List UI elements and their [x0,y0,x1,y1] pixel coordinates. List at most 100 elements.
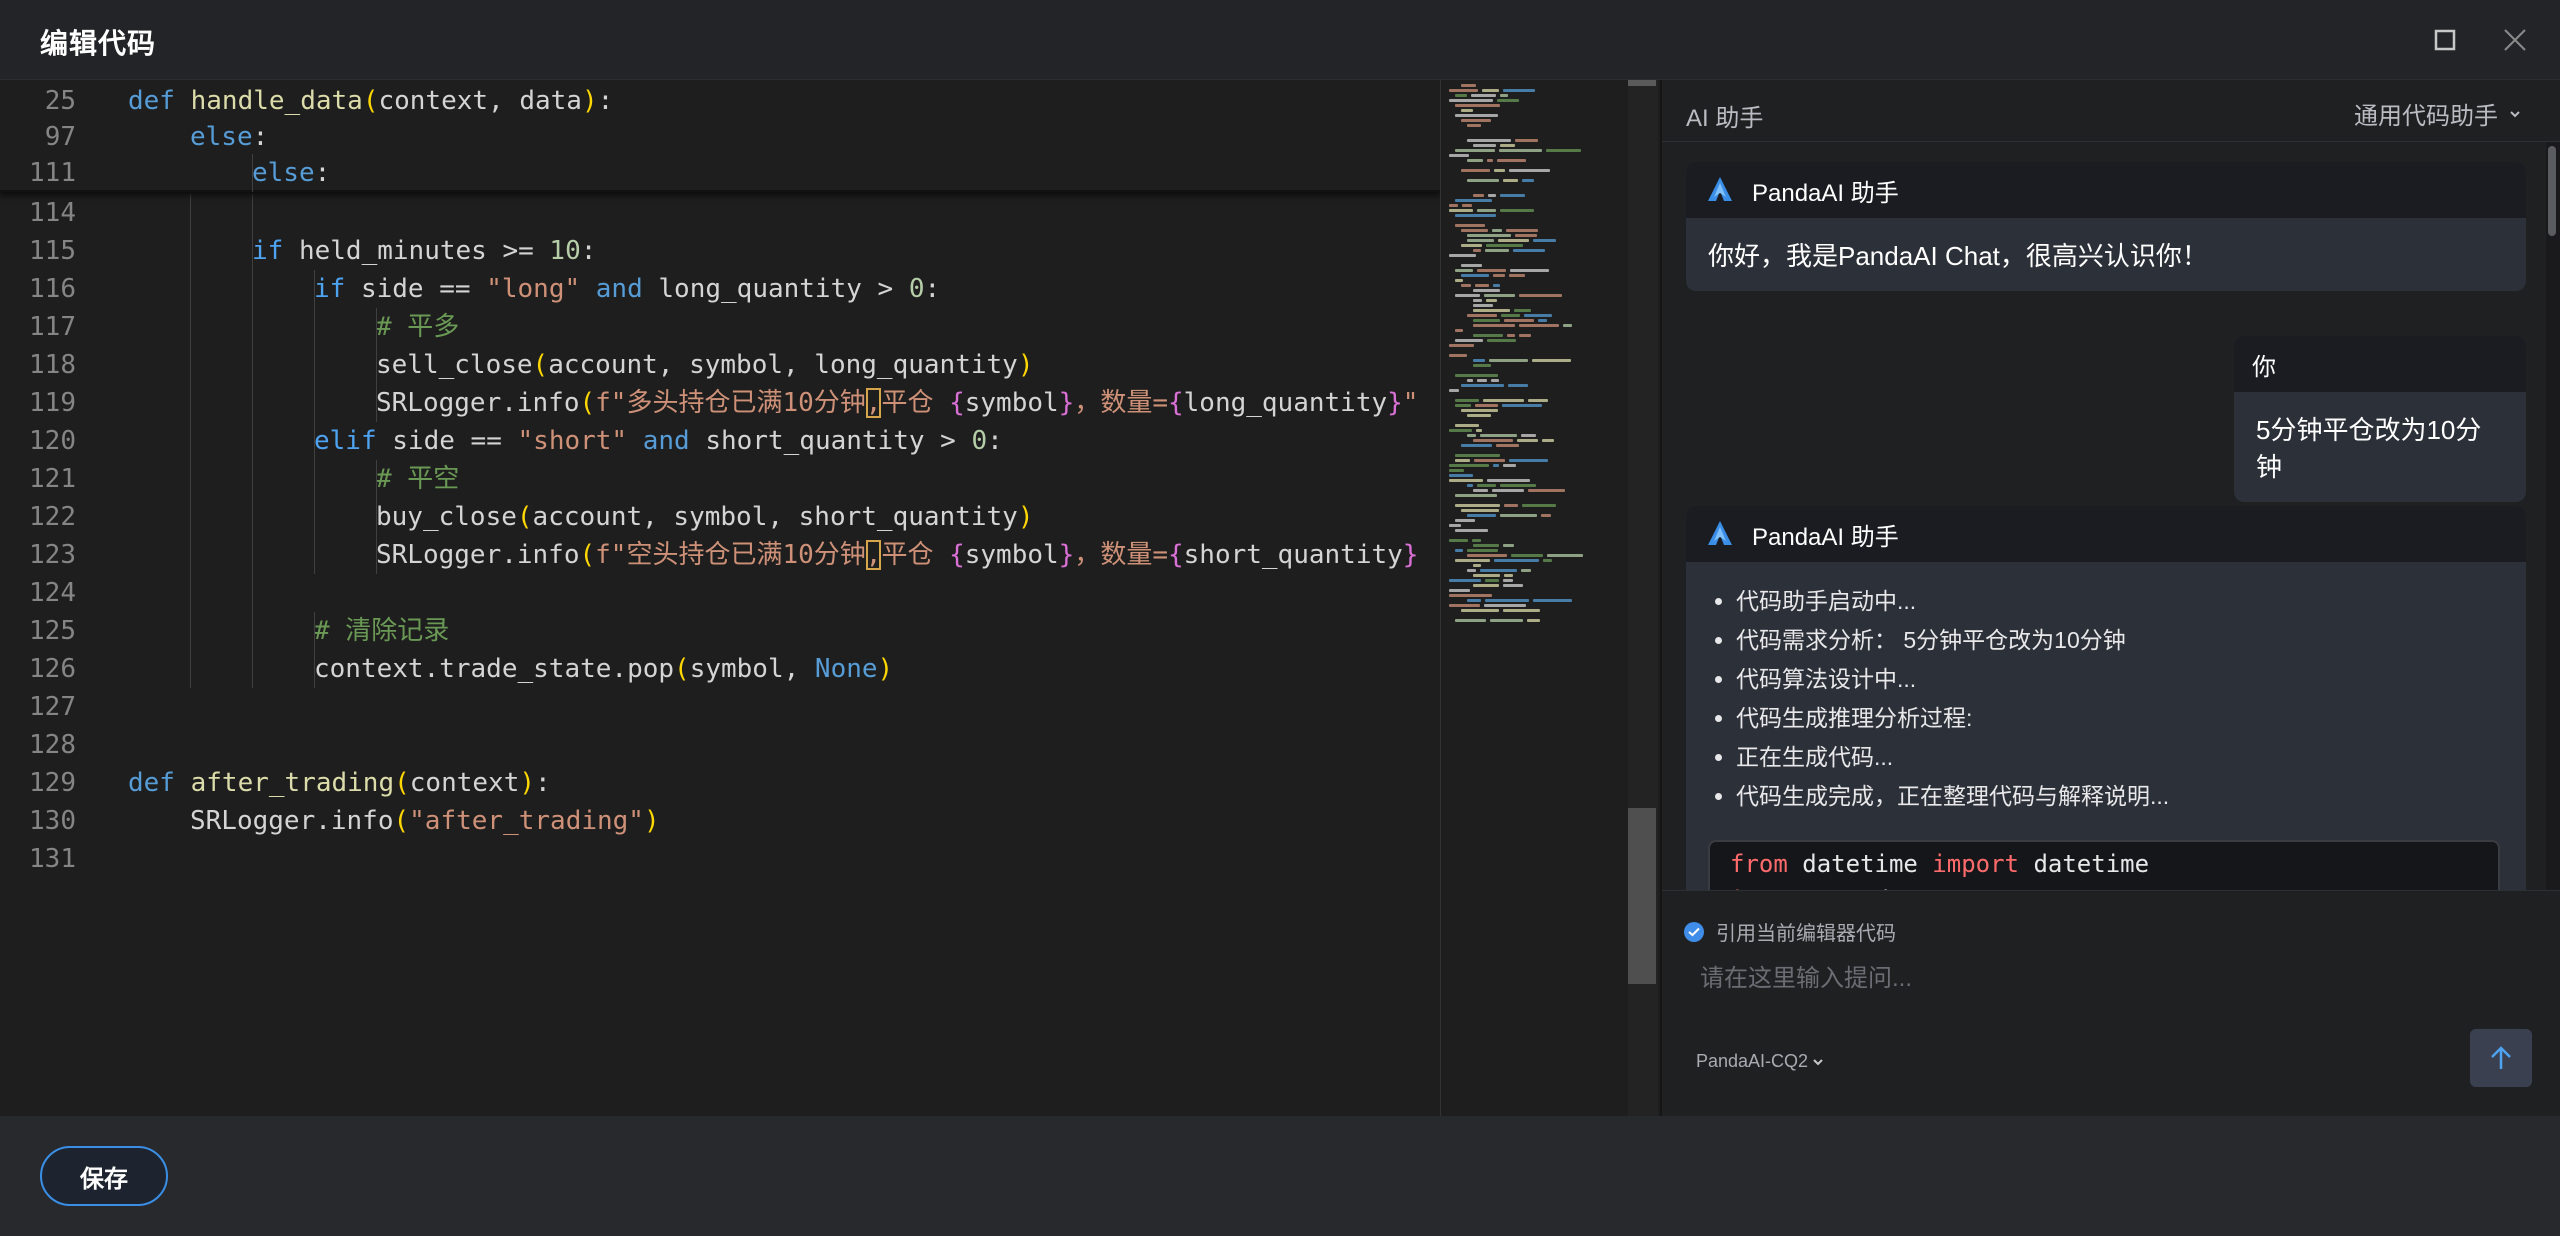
minimap-line [1541,514,1551,517]
indent-guide [376,536,377,574]
code-line[interactable]: 125 # 清除记录 [0,612,1440,650]
code-line[interactable]: 115 if held_minutes >= 10: [0,232,1440,270]
minimap-line [1485,579,1499,582]
minimap-line [1500,209,1534,212]
reference-editor-toggle[interactable]: 引用当前编辑器代码 [1684,917,1896,946]
code-line[interactable]: 124 [0,574,1440,612]
indent-guide [376,498,377,536]
bot-name: PandaAI 助手 [1752,523,1899,551]
code-line[interactable]: 25 def handle_data(context, data): [0,82,1440,120]
maximize-icon[interactable] [2427,22,2463,58]
minimap-line [1484,294,1515,297]
line-number: 117 [29,312,76,342]
minimap-line [1492,489,1524,492]
code-line[interactable]: 128 [0,726,1440,764]
chat-history[interactable]: PandaAI 助手 你好，我是PandaAI Chat，很高兴认识你！ 你 5… [1662,142,2546,970]
code-line[interactable]: 116 if side == "long" and long_quantity >… [0,270,1440,308]
close-icon[interactable] [2497,22,2533,58]
indent-guide [376,384,377,422]
prompt-input[interactable] [1700,957,2460,1001]
code-text: SRLogger.info(f"多头持仓已满10分钟,平仓 {symbol}，数… [376,388,1419,418]
minimap-line [1473,334,1503,337]
minimap-line [1473,544,1499,547]
minimap-line [1528,489,1565,492]
minimap-line [1508,384,1528,387]
chat-scrollbar-track[interactable] [2546,142,2560,970]
minimap-line [1455,399,1479,402]
line-number: 114 [29,198,76,228]
user-message: 你 5分钟平仓改为10分钟 [2234,336,2526,502]
code-line[interactable]: 131 [0,840,1440,878]
minimap-line [1455,504,1500,507]
message-header: PandaAI 助手 [1686,162,2526,218]
vertical-scrollbar-thumb[interactable] [1628,808,1656,984]
minimap-line [1449,209,1473,212]
minimap-line [1461,169,1490,172]
minimap-line [1455,269,1473,272]
code-line[interactable]: 121 # 平空 [0,460,1440,498]
line-number: 121 [29,464,76,494]
list-item: 代码需求分析： 5分钟平仓改为10分钟 [1736,621,2504,660]
minimap-line [1503,579,1513,582]
line-number: 115 [29,236,76,266]
minimap-line [1500,514,1537,517]
code-line[interactable]: 111 else: [0,154,1440,192]
code-line[interactable]: 129 def after_trading(context): [0,764,1440,802]
minimap-line [1461,274,1489,277]
minimap-line [1449,579,1481,582]
code-line[interactable]: 123 SRLogger.info(f"空头持仓已满10分钟,平仓 {symbol… [0,536,1440,574]
minimap-line [1461,444,1492,447]
code-editor[interactable]: 25 def handle_data(context, data): 97 else:… [0,80,1440,1116]
indent-guide [314,650,315,688]
minimap-line [1480,434,1517,437]
code-line[interactable]: 117 # 平多 [0,308,1440,346]
minimap-line [1482,89,1499,92]
indent-guide [314,384,315,422]
minimap-line [1517,439,1538,442]
minimap-line [1477,379,1487,382]
minimap-line [1476,429,1482,432]
minimap-line [1473,289,1500,292]
send-button[interactable] [2470,1029,2532,1087]
minimap-line [1473,574,1500,577]
minimap-line [1493,464,1499,467]
code-line[interactable]: 97 else: [0,118,1440,156]
code-line[interactable]: 119 SRLogger.info(f"多头持仓已满10分钟,平仓 {symbol… [0,384,1440,422]
code-line[interactable]: 114 [0,194,1440,232]
model-select[interactable]: PandaAI-CQ2 [1696,1051,1824,1072]
save-button[interactable]: 保存 [40,1146,168,1206]
minimap-line [1533,239,1556,242]
minimap-line [1455,199,1492,202]
line-number: 111 [29,158,76,188]
minimap-line [1467,484,1473,487]
code-line[interactable]: 120 elif side == "short" and short_quanti… [0,422,1440,460]
minimap-line [1473,489,1488,492]
minimap-line [1449,604,1480,607]
minimap-line [1503,89,1535,92]
chat-scrollbar-thumb[interactable] [2548,146,2556,236]
code-text: elif side == "short" and short_quantity … [314,426,1003,456]
minimap-line [1519,294,1562,297]
minimap-line [1547,554,1583,557]
minimap-line [1467,569,1476,572]
code-line[interactable]: 118 sell_close(account, symbol, long_quan… [0,346,1440,384]
code-line[interactable]: 130 SRLogger.info("after_trading") [0,802,1440,840]
minimap-line [1467,554,1507,557]
minimap-line [1490,619,1523,622]
assistant-mode-select[interactable]: 通用代码助手 [2354,96,2522,131]
chevron-down-icon [1813,1058,1823,1065]
minimap-line [1455,404,1471,407]
minimap-line [1449,469,1464,472]
minimap-line [1461,244,1482,247]
code-line[interactable]: 126 context.trade_state.pop(symbol, None) [0,650,1440,688]
minimap-line [1473,564,1481,567]
minimap-line [1496,444,1519,447]
minimap-line [1449,539,1468,542]
indent-guide [376,346,377,384]
line-number: 126 [29,654,76,684]
list-item: 代码助手启动中... [1736,582,2504,621]
code-line[interactable]: 127 [0,688,1440,726]
minimap[interactable] [1440,80,1628,1116]
code-line[interactable]: 122 buy_close(account, symbol, short_quan… [0,498,1440,536]
minimap-line [1449,254,1476,257]
